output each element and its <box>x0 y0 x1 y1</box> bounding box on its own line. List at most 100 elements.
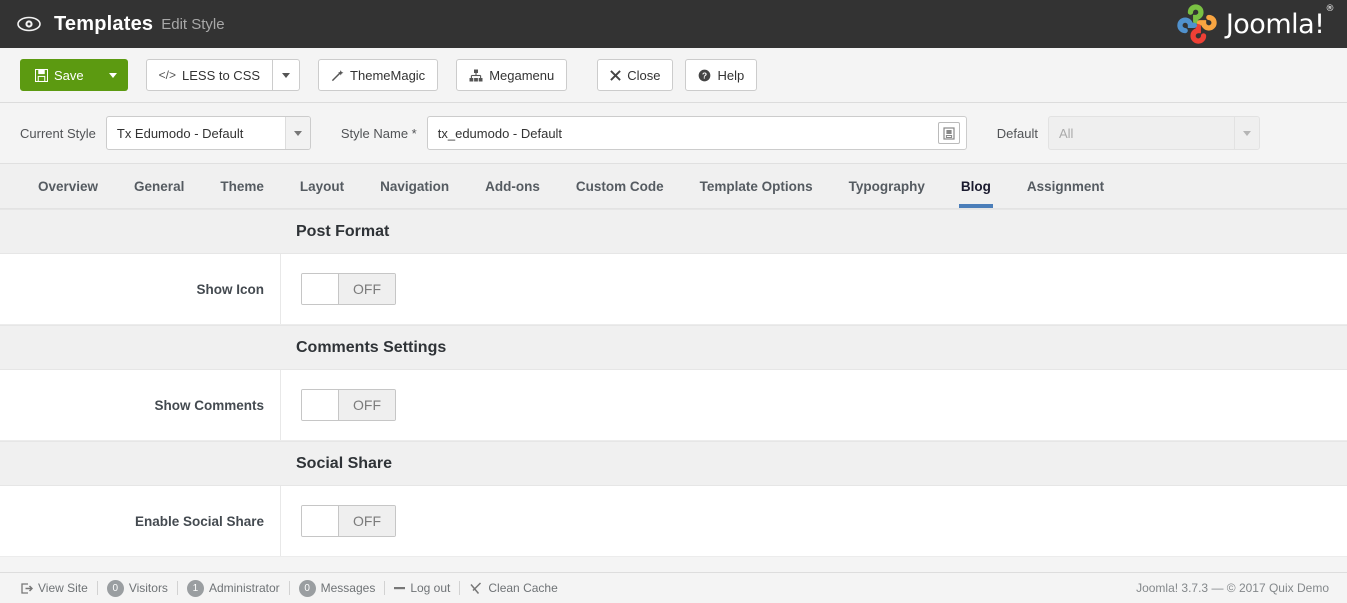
svg-text:?: ? <box>702 70 707 80</box>
toggle-knob <box>302 390 339 420</box>
settings-tabs: Overview General Theme Layout Navigation… <box>0 164 1347 209</box>
show-icon-label: Show Icon <box>0 282 280 297</box>
footer-credit: Joomla! 3.7.3 — © 2017 Quix Demo <box>1136 581 1335 595</box>
section-header-post-format: Post Format <box>0 209 1347 254</box>
chevron-down-icon <box>1234 117 1259 149</box>
show-comments-label: Show Comments <box>0 398 280 413</box>
tab-general[interactable]: General <box>116 164 202 208</box>
administrator-label: Administrator <box>209 581 280 595</box>
field-row-show-comments: Show Comments OFF <box>0 370 1347 441</box>
show-comments-control: OFF <box>280 370 1347 440</box>
administrator-status[interactable]: 1 Administrator <box>178 580 289 597</box>
magic-wand-icon <box>331 69 344 82</box>
thememagic-label: ThemeMagic <box>350 68 425 83</box>
section-header-social-share: Social Share <box>0 441 1347 486</box>
broom-icon <box>469 582 483 595</box>
tab-navigation[interactable]: Navigation <box>362 164 467 208</box>
megamenu-label: Megamenu <box>489 68 554 83</box>
current-style-select[interactable]: Tx Edumodo - Default <box>106 116 311 150</box>
close-button-label: Close <box>627 68 660 83</box>
page-title: Templates <box>54 13 153 36</box>
view-site-link[interactable]: View Site <box>12 581 97 595</box>
joomla-pinwheel-icon <box>1176 3 1218 45</box>
toggle-knob <box>302 506 339 536</box>
floppy-disk-icon <box>35 69 48 82</box>
joomla-wordmark: Joomla!® <box>1226 9 1333 40</box>
style-name-label: Style Name * <box>341 126 417 141</box>
style-name-input[interactable]: tx_edumodo - Default <box>427 116 967 150</box>
show-comments-toggle[interactable]: OFF <box>301 389 396 421</box>
toggle-state-label: OFF <box>339 506 395 536</box>
enable-social-share-label: Enable Social Share <box>0 514 280 529</box>
help-button-label: Help <box>717 68 744 83</box>
default-label: Default <box>997 126 1038 141</box>
messages-status[interactable]: 0 Messages <box>290 580 385 597</box>
external-link-icon <box>21 583 33 594</box>
logout-link[interactable]: Log out <box>385 581 459 595</box>
toggle-state-label: OFF <box>339 390 395 420</box>
visitors-status[interactable]: 0 Visitors <box>98 580 177 597</box>
code-icon: </> <box>159 68 176 82</box>
tab-overview[interactable]: Overview <box>20 164 116 208</box>
clean-cache-link[interactable]: Clean Cache <box>460 581 566 595</box>
section-title: Comments Settings <box>0 339 1347 357</box>
chevron-down-icon <box>285 117 310 149</box>
messages-count-badge: 0 <box>299 580 316 597</box>
current-style-value: Tx Edumodo - Default <box>107 117 285 149</box>
style-selector-bar: Current Style Tx Edumodo - Default Style… <box>0 103 1347 164</box>
less-to-css-button[interactable]: </> LESS to CSS <box>146 59 273 91</box>
logout-label: Log out <box>410 581 450 595</box>
save-button-group: Save <box>20 59 128 91</box>
help-button[interactable]: ? Help <box>685 59 757 91</box>
less-to-css-dropdown-button[interactable] <box>273 59 300 91</box>
tab-blog[interactable]: Blog <box>943 164 1009 208</box>
status-bar-left: View Site 0 Visitors 1 Administrator 0 M… <box>12 580 567 597</box>
section-header-comments-settings: Comments Settings <box>0 325 1347 370</box>
style-name-value: tx_edumodo - Default <box>438 126 938 141</box>
visitors-label: Visitors <box>129 581 168 595</box>
sitemap-icon <box>469 69 483 82</box>
tab-theme[interactable]: Theme <box>202 164 282 208</box>
joomla-logo: Joomla!® <box>1176 0 1333 48</box>
visitors-count-badge: 0 <box>107 580 124 597</box>
clean-cache-label: Clean Cache <box>488 581 557 595</box>
enable-social-share-control: OFF <box>280 486 1347 556</box>
question-circle-icon: ? <box>698 69 711 82</box>
close-x-icon <box>610 70 621 81</box>
admin-header: Templates Edit Style Joomla!® <box>0 0 1347 48</box>
settings-content: Post Format Show Icon OFF Comments Setti… <box>0 209 1347 557</box>
thememagic-button[interactable]: ThemeMagic <box>318 59 438 91</box>
tab-add-ons[interactable]: Add-ons <box>467 164 558 208</box>
field-row-show-icon: Show Icon OFF <box>0 254 1347 325</box>
save-button[interactable]: Save <box>20 59 99 91</box>
default-value: All <box>1049 117 1234 149</box>
save-box-icon[interactable] <box>938 122 960 144</box>
megamenu-button[interactable]: Megamenu <box>456 59 567 91</box>
save-dropdown-button[interactable] <box>99 59 128 91</box>
toggle-state-label: OFF <box>339 274 395 304</box>
less-to-css-label: LESS to CSS <box>182 68 260 83</box>
save-button-label: Save <box>54 68 84 83</box>
tab-layout[interactable]: Layout <box>282 164 362 208</box>
less-to-css-button-group: </> LESS to CSS <box>146 59 300 91</box>
caret-down-icon <box>109 73 117 78</box>
default-select[interactable]: All <box>1048 116 1260 150</box>
tab-assignment[interactable]: Assignment <box>1009 164 1122 208</box>
administrator-count-badge: 1 <box>187 580 204 597</box>
enable-social-share-toggle[interactable]: OFF <box>301 505 396 537</box>
page-subtitle: Edit Style <box>161 16 224 33</box>
status-bar: View Site 0 Visitors 1 Administrator 0 M… <box>0 572 1347 603</box>
show-icon-toggle[interactable]: OFF <box>301 273 396 305</box>
tab-custom-code[interactable]: Custom Code <box>558 164 682 208</box>
view-site-label: View Site <box>38 581 88 595</box>
section-title: Social Share <box>0 455 1347 473</box>
messages-label: Messages <box>321 581 376 595</box>
minus-icon <box>394 586 405 590</box>
tab-template-options[interactable]: Template Options <box>682 164 831 208</box>
close-button[interactable]: Close <box>597 59 673 91</box>
field-row-enable-social-share: Enable Social Share OFF <box>0 486 1347 557</box>
section-title: Post Format <box>0 223 1347 241</box>
eye-icon[interactable] <box>14 16 44 32</box>
toolbar: Save </> LESS to CSS ThemeMagic <box>0 48 1347 103</box>
tab-typography[interactable]: Typography <box>831 164 943 208</box>
